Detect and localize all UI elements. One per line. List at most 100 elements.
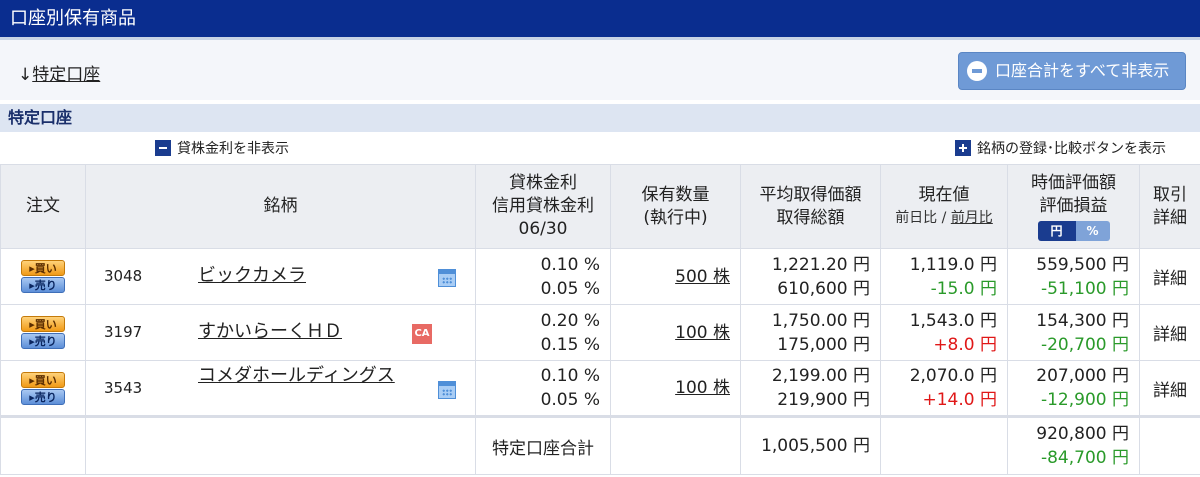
detail-link[interactable]: 詳細: [1139, 248, 1200, 305]
order-cell: ▸買い ▸売り: [0, 248, 86, 305]
total-empty-qty: [610, 415, 741, 475]
header-row: 注文 銘柄 貸株金利 信用貸株金利 06/30 保有数量 (執行中) 平均取得価…: [0, 164, 1200, 249]
anchor-link-label[interactable]: 特定口座: [32, 65, 100, 85]
total-empty-price: [880, 415, 1008, 475]
col-avg: 平均取得価額 取得総額: [740, 164, 881, 249]
current-price: 1,543.0 円: [909, 310, 997, 331]
col-value-line1: 時価評価額: [1031, 172, 1116, 193]
avg-price: 1,750.00 円: [771, 310, 870, 331]
qty-link[interactable]: 500 株: [675, 267, 730, 287]
col-value-line2: 評価損益: [1039, 195, 1108, 216]
sell-button[interactable]: ▸売り: [21, 388, 65, 405]
avg-cell: 1,221.20 円 610,600 円: [740, 248, 881, 305]
anchor-link-tokutei[interactable]: ↓特定口座: [18, 60, 100, 85]
avg-price: 2,199.00 円: [771, 366, 870, 386]
margin-lending-rate: 0.15 %: [540, 334, 600, 355]
market-value: 559,500 円: [1036, 254, 1129, 275]
total-empty-order: [0, 415, 86, 475]
col-value: 時価評価額 評価損益 円%: [1007, 164, 1140, 249]
total-cost: 1,005,500 円: [740, 415, 881, 475]
plus-box-icon: [955, 140, 971, 156]
price-change: +8.0 円: [933, 334, 997, 355]
stock-name-link[interactable]: コメダホールディングス: [198, 365, 398, 387]
col-rate: 貸株金利 信用貸株金利 06/30: [475, 164, 611, 249]
market-value: 207,000 円: [1036, 366, 1129, 386]
stock-code: 3543: [104, 379, 143, 397]
total-cost: 610,600 円: [777, 278, 870, 299]
buy-button[interactable]: ▸買い: [21, 260, 65, 276]
unit-toggle-pct[interactable]: %: [1075, 220, 1110, 241]
table-row: ▸買い ▸売り 3048 ビックカメラ 0.10 % 0.05 % 500 株 1…: [0, 248, 1200, 305]
current-price: 1,119.0 円: [909, 254, 997, 275]
toolbar: ↓特定口座 口座合計をすべて非表示: [0, 40, 1200, 100]
page-title: 口座別保有商品: [0, 0, 1200, 37]
qty-link[interactable]: 100 株: [675, 378, 730, 398]
value-cell: 559,500 円 -51,100 円: [1007, 248, 1140, 305]
margin-lending-rate: 0.05 %: [540, 278, 600, 299]
section-title: 特定口座: [0, 104, 1200, 132]
col-rate-line2: 信用貸株金利: [492, 196, 594, 216]
calendar-icon[interactable]: [438, 269, 456, 287]
col-qty-line1: 保有数量: [641, 184, 710, 205]
stock-code: 3197: [104, 323, 143, 341]
hide-all-totals-button[interactable]: 口座合計をすべて非表示: [958, 52, 1186, 90]
lending-rate: 0.20 %: [540, 310, 600, 331]
market-value: 154,300 円: [1036, 310, 1129, 331]
qty-cell: 500 株: [610, 248, 741, 305]
prev-month-link[interactable]: 前月比: [951, 210, 993, 226]
lending-rate: 0.10 %: [540, 366, 600, 386]
avg-price: 1,221.20 円: [771, 254, 870, 275]
stock-cell: 3197 すかいらーくＨＤ CA: [85, 304, 476, 361]
value-cell: 207,000 円 -12,900 円: [1007, 360, 1140, 417]
unrealized-pl: -20,700 円: [1040, 334, 1129, 355]
col-qty-line2: (執行中): [643, 207, 708, 228]
total-cost: 219,900 円: [777, 390, 870, 410]
qty-cell: 100 株: [610, 360, 741, 417]
total-empty-stock: [85, 415, 476, 475]
col-rate-line1: 貸株金利: [509, 173, 577, 193]
unit-toggle-yen[interactable]: 円: [1037, 220, 1076, 241]
hide-all-totals-label: 口座合計をすべて非表示: [995, 61, 1170, 80]
detail-link[interactable]: 詳細: [1139, 304, 1200, 361]
unrealized-pl: -51,100 円: [1040, 278, 1129, 299]
price-cell: 1,119.0 円 -15.0 円: [880, 248, 1008, 305]
col-price-line1: 現在値: [918, 184, 970, 205]
table-row: ▸買い ▸売り 3197 すかいらーくＨＤ CA 0.20 % 0.15 % 10…: [0, 304, 1200, 361]
buy-button[interactable]: ▸買い: [21, 371, 65, 388]
minus-circle-icon: [967, 61, 987, 81]
hide-lending-rate-toggle[interactable]: 貸株金利を非表示: [155, 139, 289, 159]
sell-button[interactable]: ▸売り: [21, 333, 65, 349]
price-change: -15.0 円: [930, 278, 997, 299]
sell-button[interactable]: ▸売り: [21, 277, 65, 293]
order-cell: ▸買い ▸売り: [0, 360, 86, 417]
buy-button[interactable]: ▸買い: [21, 316, 65, 332]
col-qty: 保有数量 (執行中): [610, 164, 741, 249]
qty-cell: 100 株: [610, 304, 741, 361]
price-sep: /: [937, 209, 951, 226]
avg-cell: 1,750.00 円 175,000 円: [740, 304, 881, 361]
stock-name-link[interactable]: ビックカメラ: [198, 265, 398, 287]
calendar-icon[interactable]: [438, 381, 456, 399]
price-change: +14.0 円: [922, 390, 998, 410]
minus-box-icon: [155, 140, 171, 156]
col-stock: 銘柄: [85, 164, 476, 249]
price-cell: 2,070.0 円 +14.0 円: [880, 360, 1008, 417]
col-avg-line1: 平均取得価額: [759, 184, 862, 205]
rate-cell: 0.10 % 0.05 %: [475, 360, 611, 417]
total-row: 特定口座合計 1,005,500 円 920,800 円 -84,700 円: [0, 415, 1200, 475]
show-compare-toggle[interactable]: 銘柄の登録･比較ボタンを表示: [955, 139, 1166, 159]
order-cell: ▸買い ▸売り: [0, 304, 86, 361]
stock-name-link[interactable]: すかいらーくＨＤ: [198, 321, 398, 343]
hide-lending-rate-label: 貸株金利を非表示: [177, 141, 289, 157]
col-detail-line2: 詳細: [1153, 207, 1187, 228]
detail-link[interactable]: 詳細: [1139, 360, 1200, 417]
qty-link[interactable]: 100 株: [675, 323, 730, 343]
total-value-cell: 920,800 円 -84,700 円: [1007, 415, 1140, 475]
value-cell: 154,300 円 -20,700 円: [1007, 304, 1140, 361]
lending-rate: 0.10 %: [540, 254, 600, 275]
rate-cell: 0.10 % 0.05 %: [475, 248, 611, 305]
ca-icon[interactable]: CA: [412, 324, 432, 344]
prev-day-label: 前日比: [895, 209, 938, 226]
show-compare-label: 銘柄の登録･比較ボタンを表示: [977, 141, 1166, 157]
margin-lending-rate: 0.05 %: [540, 390, 600, 410]
